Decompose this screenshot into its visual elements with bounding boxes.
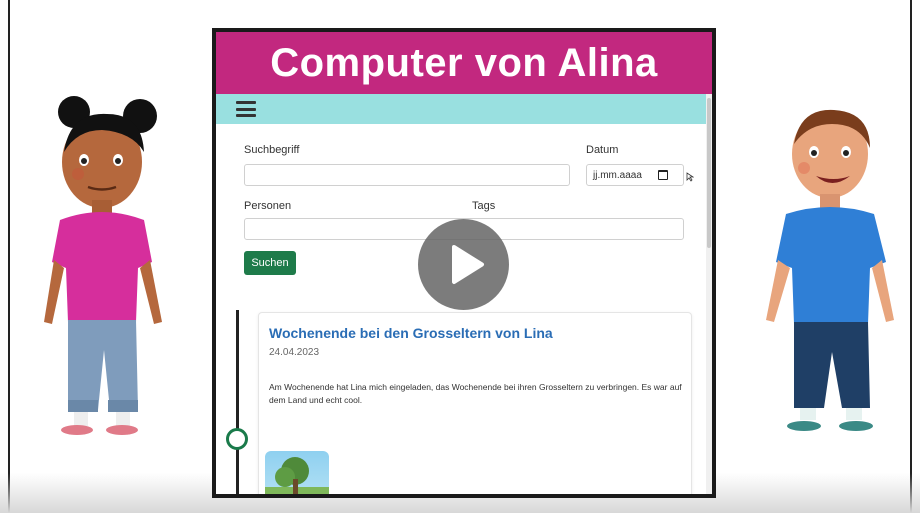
date-input[interactable]: jj.mm.aaaa xyxy=(586,164,684,186)
tags-label: Tags xyxy=(472,200,496,212)
mouse-cursor-icon xyxy=(686,172,694,182)
date-label: Datum xyxy=(586,144,619,156)
calendar-icon[interactable] xyxy=(657,170,668,180)
play-icon xyxy=(452,245,484,284)
entry-text: Am Wochenende hat Lina mich eingeladen, … xyxy=(269,382,682,405)
top-nav-bar xyxy=(216,94,712,124)
scrollbar-thumb[interactable] xyxy=(707,98,711,248)
search-label: Suchbegriff xyxy=(244,144,300,156)
hamburger-icon[interactable] xyxy=(236,101,256,117)
entry-title[interactable]: Wochenende bei den Grosseltern von Lina xyxy=(269,325,553,341)
persons-label: Personen xyxy=(244,200,292,212)
scrollbar[interactable] xyxy=(706,94,712,494)
boy-character xyxy=(766,109,894,431)
entry-date: 24.04.2023 xyxy=(269,347,320,358)
girl-character xyxy=(44,96,162,435)
timeline-line xyxy=(236,310,239,494)
date-placeholder: jj.mm.aaaa xyxy=(593,169,642,181)
search-input[interactable] xyxy=(244,164,570,186)
entry-thumbnail[interactable] xyxy=(265,451,329,494)
video-title: Computer von Alina xyxy=(270,40,658,85)
title-bar: Computer von Alina xyxy=(216,32,712,94)
search-button[interactable]: Suchen xyxy=(244,251,296,275)
play-button[interactable] xyxy=(418,219,509,310)
timeline-entry-card[interactable]: Wochenende bei den Grosseltern von Lina … xyxy=(258,312,692,494)
timeline-marker xyxy=(226,428,248,450)
